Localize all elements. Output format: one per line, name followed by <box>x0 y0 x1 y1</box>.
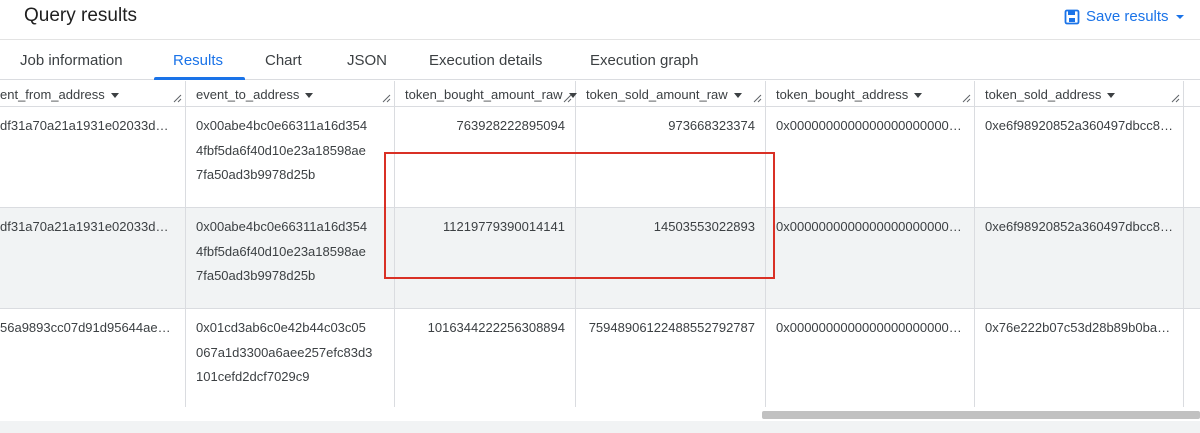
column-from-address: ent_from_address df31a70a21a1931e02033db… <box>0 81 186 407</box>
table-cell[interactable]: 0xe6f98920852a360497dbcc8e... <box>975 107 1184 208</box>
column-token-sold-amount-raw: token_sold_amount_raw 973668323374 14503… <box>576 81 766 407</box>
horizontal-scrollbar[interactable] <box>762 411 1200 419</box>
cell-line: 067a1d3300a6aee257efc83d3 <box>196 344 373 360</box>
column-header-label: token_bought_address <box>776 87 909 102</box>
table-cell[interactable]: df31a70a21a1931e02033dbb... <box>0 107 186 208</box>
column-header[interactable] <box>1184 81 1200 107</box>
results-tabs: Job information Results Chart JSON Execu… <box>0 41 1200 80</box>
table-cell[interactable]: df31a70a21a1931e02033dbb... <box>0 208 186 309</box>
sort-menu-icon[interactable] <box>1107 93 1116 99</box>
column-header[interactable]: ent_from_address <box>0 81 186 107</box>
table-cell[interactable] <box>1184 107 1200 208</box>
table-cell[interactable]: 14503553022893 <box>576 208 766 309</box>
results-table: ent_from_address df31a70a21a1931e02033db… <box>0 81 1200 407</box>
table-cell[interactable]: 0x01cd3ab6c0e42b44c03c05 067a1d3300a6aee… <box>186 309 395 407</box>
resize-handle-icon[interactable] <box>382 94 391 103</box>
column-header[interactable]: token_sold_amount_raw <box>576 81 766 107</box>
resize-handle-icon[interactable] <box>1171 94 1180 103</box>
column-header[interactable]: event_to_address <box>186 81 395 107</box>
cell-line: 0x01cd3ab6c0e42b44c03c05 <box>196 320 366 335</box>
query-results-panel: Query results Save results Job informati… <box>0 0 1200 421</box>
table-cell[interactable]: 973668323374 <box>576 107 766 208</box>
table-cell[interactable]: 7594890612248855279278​7 <box>576 309 766 407</box>
results-header: Query results Save results <box>0 0 1200 40</box>
column-header-label: ent_from_address <box>0 87 105 102</box>
column-header-label: token_sold_amount_raw <box>586 87 728 102</box>
column-token-bought-amount-raw: token_bought_amount_raw 763928222895094 … <box>395 81 577 407</box>
save-results-button[interactable]: Save results <box>1064 8 1185 25</box>
table-cell[interactable]: 56a9893cc07d91d95644aed... <box>0 309 186 407</box>
table-cell[interactable]: 0x000000000000000000000000... <box>766 107 975 208</box>
table-cell[interactable]: 0x00abe4bc0e66311a16d354 4fbf5da6f40d10e… <box>186 107 395 208</box>
resize-handle-icon[interactable] <box>962 94 971 103</box>
page-title: Query results <box>24 5 137 26</box>
table-cell[interactable]: 0x000000000000000000000000... <box>766 208 975 309</box>
column-header-label: token_sold_address <box>985 87 1102 102</box>
tab-results[interactable]: Results <box>173 52 223 69</box>
tab-execution-details[interactable]: Execution details <box>429 52 542 69</box>
active-tab-indicator <box>154 77 245 80</box>
column-token-bought-address: token_bought_address 0x00000000000000000… <box>766 81 975 407</box>
cell-line: 101cefd2dcf7029c9 <box>196 369 310 384</box>
sort-menu-icon[interactable] <box>305 93 314 99</box>
cell-line: 0x00abe4bc0e66311a16d354 <box>196 219 368 234</box>
table-cell[interactable]: 1016344222256308894 <box>395 309 576 407</box>
resize-handle-icon[interactable] <box>173 94 182 103</box>
column-header[interactable]: token_bought_amount_raw <box>395 81 577 107</box>
cell-line: 7fa50ad3b9978d25b <box>196 268 316 283</box>
table-cell[interactable] <box>1184 309 1200 407</box>
table-cell[interactable]: 763928222895094 <box>395 107 576 208</box>
tab-job-information[interactable]: Job information <box>20 52 123 69</box>
save-results-label: Save results <box>1086 8 1169 25</box>
tab-chart[interactable]: Chart <box>265 52 302 69</box>
resize-handle-icon[interactable] <box>753 94 762 103</box>
column-header[interactable]: token_sold_address <box>975 81 1184 107</box>
sort-menu-icon[interactable] <box>733 93 742 99</box>
chevron-down-icon[interactable] <box>1175 12 1185 22</box>
sort-menu-icon[interactable] <box>110 93 119 99</box>
column-to-address: event_to_address 0x00abe4bc0e66311a16d35… <box>186 81 395 407</box>
column-header-label: token_bought_amount_raw <box>405 87 563 102</box>
column-partial <box>1184 81 1200 407</box>
table-cell[interactable]: 0x76e222b07c53d28b89b0bac... <box>975 309 1184 407</box>
cell-line: 4fbf5da6f40d10e23a18598ae <box>196 243 366 259</box>
resize-handle-icon[interactable] <box>563 94 572 103</box>
sort-menu-icon[interactable] <box>914 93 923 99</box>
table-cell[interactable]: 11219779390014141 <box>395 208 576 309</box>
save-icon <box>1064 9 1080 24</box>
cell-line: 7fa50ad3b9978d25b <box>196 167 316 182</box>
table-cell[interactable]: 0x00abe4bc0e66311a16d354 4fbf5da6f40d10e… <box>186 208 395 309</box>
tab-json[interactable]: JSON <box>347 52 387 69</box>
tab-execution-graph[interactable]: Execution graph <box>590 52 698 69</box>
cell-line: 4fbf5da6f40d10e23a18598ae <box>196 142 366 158</box>
column-token-sold-address: token_sold_address 0xe6f98920852a360497d… <box>975 81 1184 407</box>
table-cell[interactable]: 0x000000000000000000000000... <box>766 309 975 407</box>
table-cell[interactable] <box>1184 208 1200 309</box>
cell-line: 0x00abe4bc0e66311a16d354 <box>196 118 368 133</box>
column-header-label: event_to_address <box>196 87 300 102</box>
column-header[interactable]: token_bought_address <box>766 81 975 107</box>
table-cell[interactable]: 0xe6f98920852a360497dbcc8e... <box>975 208 1184 309</box>
